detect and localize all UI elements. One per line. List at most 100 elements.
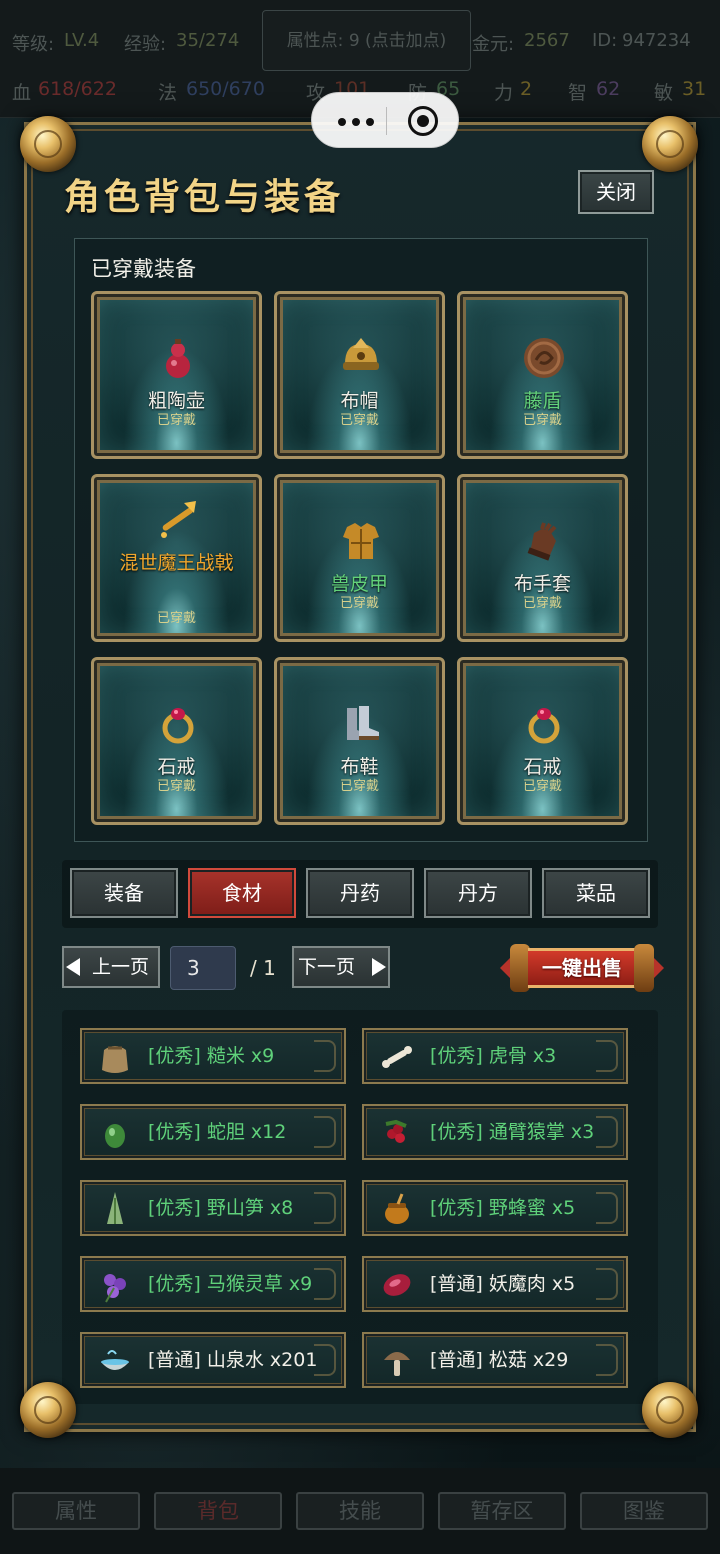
inventory-item[interactable]: [普通] 妖魔肉 x5	[362, 1256, 628, 1312]
halberd-icon	[161, 501, 196, 538]
water-bowl-icon	[101, 1350, 129, 1370]
ring-icon	[162, 708, 194, 744]
inventory-item[interactable]: [优秀] 虎骨 x3	[362, 1028, 628, 1084]
inventory-item[interactable]: [优秀] 蛇胆 x12	[80, 1104, 346, 1160]
item-label: [优秀] 虎骨 x3	[430, 1045, 557, 1067]
inventory-item[interactable]: [优秀] 野蜂蜜 x5	[362, 1180, 628, 1236]
nav-backpack[interactable]: 背包	[154, 1492, 282, 1530]
level-value: LV.4	[64, 30, 100, 51]
gold-value: 2567	[524, 30, 570, 51]
tab-pills[interactable]: 丹药	[306, 868, 414, 918]
item-label: [普通] 松菇 x29	[430, 1349, 569, 1371]
scroll-cap-left	[510, 944, 530, 992]
equipped-section: 已穿戴装备 粗陶壶 已穿戴 布帽 已穿戴 藤盾 已穿戴 混世魔王战戟 已穿戴 兽…	[74, 238, 648, 842]
gloves-icon	[527, 522, 557, 561]
str-value: 2	[520, 78, 533, 100]
item-frame-ornament	[314, 1040, 336, 1072]
equip-slot-6[interactable]: 布手套 已穿戴	[457, 474, 628, 642]
equip-slot-1[interactable]: 粗陶壶 已穿戴	[91, 291, 262, 459]
scroll-tip-right	[654, 958, 664, 978]
equip-slot-8[interactable]: 布鞋 已穿戴	[274, 657, 445, 825]
bottom-nav: 属性 背包 技能 暂存区 图鉴	[0, 1468, 720, 1554]
item-label: [优秀] 马猴灵草 x9	[148, 1273, 313, 1295]
mushroom-icon	[384, 1352, 410, 1376]
item-label: [优秀] 野蜂蜜 x5	[430, 1197, 576, 1219]
inventory-item[interactable]: [优秀] 糙米 x9	[80, 1028, 346, 1084]
inventory-item[interactable]: [优秀] 野山笋 x8	[80, 1180, 346, 1236]
page-number-input[interactable]: 3	[170, 946, 236, 990]
nav-label: 背包	[197, 1499, 239, 1523]
next-page-label: 下一页	[298, 956, 356, 978]
herb-icon	[104, 1274, 126, 1303]
tab-recipes[interactable]: 丹方	[424, 868, 532, 918]
equip-slot-2[interactable]: 布帽 已穿戴	[274, 291, 445, 459]
item-frame-ornament	[596, 1268, 618, 1300]
item-frame-ornament	[314, 1192, 336, 1224]
exit-miniprogram-icon[interactable]	[408, 106, 438, 136]
corner-ornament-icon	[642, 116, 698, 172]
equip-status: 已穿戴	[339, 596, 379, 611]
tab-equipment[interactable]: 装备	[70, 868, 178, 918]
hp-value: 618/622	[38, 78, 117, 100]
rice-sack-icon	[102, 1046, 128, 1073]
inventory-item[interactable]: [优秀] 通臂猿掌 x3	[362, 1104, 628, 1160]
nav-label: 暂存区	[470, 1499, 534, 1523]
inventory-item[interactable]: [优秀] 马猴灵草 x9	[80, 1256, 346, 1312]
scroll-tip-left	[500, 958, 510, 978]
nav-label: 图鉴	[623, 1499, 665, 1523]
equip-name: 混世魔王战戟	[119, 552, 234, 574]
equip-slot-5[interactable]: 兽皮甲 已穿戴	[274, 474, 445, 642]
item-label: [优秀] 野山笋 x8	[148, 1197, 294, 1219]
nav-attributes[interactable]: 属性	[12, 1492, 140, 1530]
item-label: [优秀] 糙米 x9	[148, 1045, 275, 1067]
equip-slot-9[interactable]: 石戒 已穿戴	[457, 657, 628, 825]
equip-slot-7[interactable]: 石戒 已穿戴	[91, 657, 262, 825]
gallbladder-icon	[105, 1124, 125, 1148]
tab-dishes[interactable]: 菜品	[542, 868, 650, 918]
agi-label: 敏	[654, 82, 674, 104]
scroll-cap-right	[634, 944, 654, 992]
miniprogram-capsule	[311, 92, 459, 148]
exp-value: 35/274	[176, 30, 240, 51]
nav-label: 属性	[55, 1499, 97, 1523]
equip-status: 已穿戴	[522, 779, 562, 794]
equip-status: 已穿戴	[156, 779, 196, 794]
attribute-points-button[interactable]: 属性点: 9 (点击加点)	[262, 10, 471, 71]
corner-ornament-icon	[20, 116, 76, 172]
item-frame-ornament	[314, 1116, 336, 1148]
pagination: 上一页 3 / 1 下一页	[62, 946, 402, 990]
nav-codex[interactable]: 图鉴	[580, 1492, 708, 1530]
tab-ingredients[interactable]: 食材	[188, 868, 296, 918]
armor-icon	[343, 523, 379, 559]
equip-status: 已穿戴	[156, 611, 196, 626]
inventory-item[interactable]: [普通] 山泉水 x201	[80, 1332, 346, 1388]
equip-slot-4[interactable]: 混世魔王战戟 已穿戴	[91, 474, 262, 642]
berries-icon	[385, 1119, 407, 1143]
shield-icon	[524, 338, 564, 378]
int-value: 62	[596, 78, 621, 100]
nav-label: 技能	[339, 1499, 381, 1523]
prev-page-button[interactable]: 上一页	[62, 946, 160, 988]
next-page-button[interactable]: 下一页	[292, 946, 390, 988]
sell-all-button[interactable]: 一键出售	[500, 944, 664, 992]
inventory-item[interactable]: [普通] 松菇 x29	[362, 1332, 628, 1388]
honey-icon	[385, 1193, 409, 1224]
nav-skills[interactable]: 技能	[296, 1492, 424, 1530]
int-label: 智	[568, 82, 588, 104]
close-button[interactable]: 关闭	[578, 170, 654, 214]
item-label: [普通] 山泉水 x201	[148, 1349, 318, 1371]
agi-value: 31	[682, 78, 707, 100]
hp-label: 血	[12, 82, 32, 104]
corner-ornament-icon	[20, 1382, 76, 1438]
id-label: ID:	[592, 30, 618, 51]
equip-slot-3[interactable]: 藤盾 已穿戴	[457, 291, 628, 459]
level-label: 等级:	[12, 34, 55, 55]
more-menu-icon[interactable]	[334, 110, 382, 132]
sell-all-label: 一键出售	[528, 948, 636, 988]
item-frame-ornament	[596, 1192, 618, 1224]
item-label: [优秀] 蛇胆 x12	[148, 1121, 287, 1143]
inventory-items: [优秀] 糙米 x9 [优秀] 虎骨 x3 [优秀] 蛇胆 x12 [优秀] 通…	[62, 1010, 658, 1404]
page-total: / 1	[250, 956, 276, 980]
gold-label: 金元:	[472, 34, 515, 55]
nav-storage[interactable]: 暂存区	[438, 1492, 566, 1530]
